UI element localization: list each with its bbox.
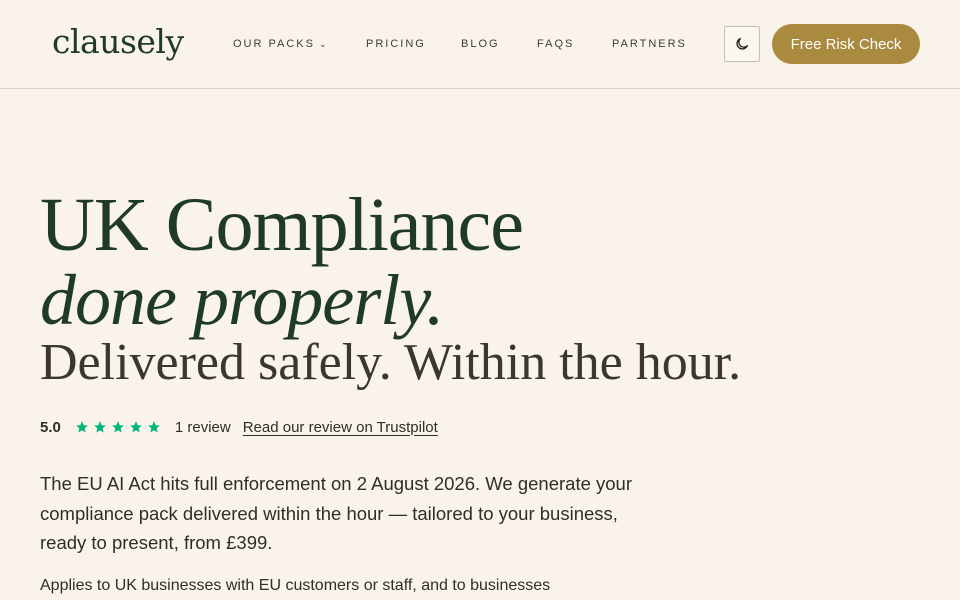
star-icon <box>94 421 106 433</box>
rating-score: 5.0 <box>40 418 61 436</box>
hero-title-line2: done properly. <box>40 260 444 340</box>
hero-title-line1: UK Compliance <box>40 183 524 267</box>
site-header: clausely OUR PACKS ⌄ PRICING BLOG FAQS PA… <box>0 0 960 89</box>
moon-icon <box>736 38 748 50</box>
nav-faqs[interactable]: FAQS <box>537 38 574 50</box>
hero-title-line3: Delivered safely. Within the hour. <box>40 334 742 391</box>
nav-partners[interactable]: PARTNERS <box>612 38 687 50</box>
review-count: 1 review <box>174 418 231 436</box>
star-rating <box>75 420 161 434</box>
hero-sub-paragraph: Applies to UK businesses with EU custome… <box>40 577 551 594</box>
star-icon <box>148 421 160 433</box>
star-icon <box>130 421 142 433</box>
nav-pricing[interactable]: PRICING <box>366 38 426 50</box>
logo[interactable]: clausely <box>52 22 184 61</box>
free-risk-check-button[interactable]: Free Risk Check <box>772 24 920 64</box>
nav-our-packs[interactable]: OUR PACKS ⌄ <box>233 38 327 50</box>
trustpilot-review-link[interactable]: Read our review on Trustpilot <box>243 419 438 436</box>
chevron-down-icon: ⌄ <box>318 39 327 49</box>
rating-row: 5.0 1 review Read our review on Trustpil… <box>40 416 438 438</box>
star-icon <box>76 421 88 433</box>
theme-toggle-button[interactable] <box>724 26 760 62</box>
star-icon <box>112 421 124 433</box>
nav-our-packs-label: OUR PACKS <box>233 38 315 50</box>
hero-lead-paragraph: The EU AI Act hits full enforcement on 2… <box>40 473 633 553</box>
nav-blog[interactable]: BLOG <box>461 38 500 50</box>
